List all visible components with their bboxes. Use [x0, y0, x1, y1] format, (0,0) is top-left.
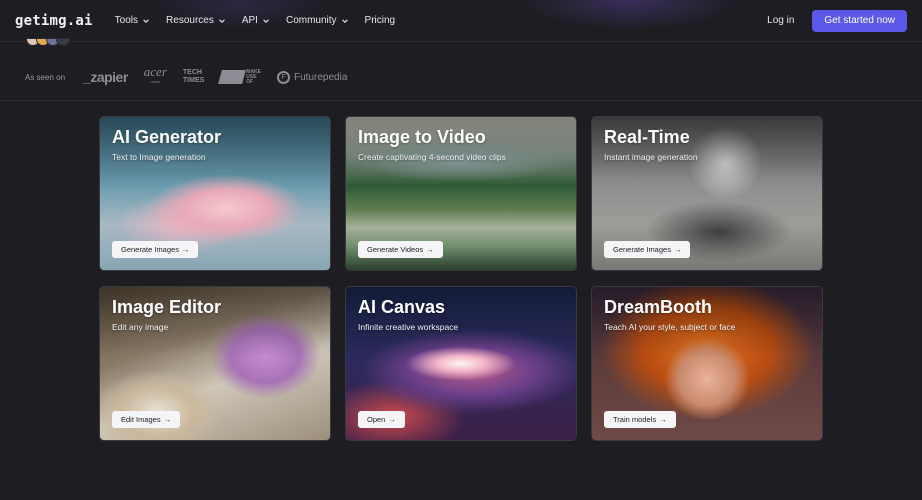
nav-tools[interactable]: Tools: [115, 15, 150, 26]
main-nav: Tools Resources API Community Pricing: [115, 15, 395, 26]
nav-api-label: API: [241, 15, 258, 26]
makeuseof-mark-icon: [218, 70, 247, 84]
as-seen-on-bar: As seen on _zapier acer corner TECH TIMES …: [25, 65, 348, 88]
generate-images-button[interactable]: Generate Images →: [112, 241, 199, 258]
arrow-right-icon: →: [659, 415, 667, 424]
techtimes-logo: TECH TIMES: [183, 69, 204, 85]
chevron-down-icon: [219, 18, 225, 23]
get-started-button[interactable]: Get started now: [812, 9, 907, 32]
card-ai-canvas[interactable]: AI Canvas Infinite creative workspace Op…: [345, 286, 577, 441]
nav-tools-label: Tools: [114, 15, 139, 26]
arrow-right-icon: →: [181, 245, 190, 254]
card-subtitle: Create captivating 4-second video clips: [358, 152, 506, 162]
card-subtitle: Infinite creative workspace: [358, 322, 459, 332]
card-title: DreamBooth: [604, 297, 713, 317]
card-title: Image Editor: [112, 297, 222, 317]
edit-images-button[interactable]: Edit Images →: [112, 411, 181, 428]
nav-pricing[interactable]: Pricing: [365, 15, 396, 26]
futurepedia-logo: F Futurepedia: [277, 70, 348, 84]
top-header: getimg.ai Tools Resources API Community …: [0, 0, 922, 42]
muo-line3: OF: [246, 78, 254, 85]
login-link[interactable]: Log in: [767, 15, 794, 26]
card-subtitle: Edit any image: [112, 322, 169, 332]
futurepedia-text: Futurepedia: [294, 71, 348, 83]
card-subtitle: Instant image generation: [604, 152, 698, 162]
card-dreambooth[interactable]: DreamBooth Teach AI your style, subject …: [591, 286, 823, 441]
zapier-logo: _zapier: [83, 69, 128, 85]
generate-images-button[interactable]: Generate Images →: [604, 241, 691, 258]
card-ai-generator[interactable]: AI Generator Text to Image generation Ge…: [99, 116, 331, 271]
nav-resources[interactable]: Resources: [166, 15, 226, 26]
section-divider: [0, 100, 922, 101]
arrow-right-icon: →: [673, 245, 682, 254]
nav-resources-label: Resources: [166, 15, 214, 26]
arrow-right-icon: →: [426, 245, 434, 254]
avatar: [56, 38, 70, 46]
futurepedia-mark-icon: F: [277, 70, 291, 84]
nav-community-label: Community: [285, 15, 337, 26]
chevron-down-icon: [143, 18, 149, 23]
chevron-down-icon: [263, 18, 269, 23]
logo[interactable]: getimg.ai: [15, 13, 93, 29]
as-seen-on-label: As seen on: [25, 72, 66, 82]
card-subtitle: Teach AI your style, subject or face: [604, 322, 736, 332]
nav-api[interactable]: API: [242, 15, 270, 26]
techtimes-line1: TECH: [182, 69, 202, 76]
card-title: Image to Video: [358, 127, 486, 147]
generate-videos-button[interactable]: Generate Videos →: [358, 241, 443, 258]
card-subtitle: Text to Image generation: [112, 152, 206, 162]
card-image-to-video[interactable]: Image to Video Create captivating 4-seco…: [345, 116, 577, 271]
card-real-time[interactable]: Real-Time Instant image generation Gener…: [591, 116, 823, 271]
techtimes-line2: TIMES: [182, 77, 205, 84]
nav-community[interactable]: Community: [286, 15, 349, 26]
header-actions: Log in Get started now: [767, 9, 907, 32]
user-avatars: [26, 38, 70, 46]
train-models-button[interactable]: Train models →: [604, 411, 676, 428]
tools-grid: AI Generator Text to Image generation Ge…: [99, 116, 823, 441]
makeuseof-logo: MAKE USE OF: [218, 69, 261, 85]
card-title: AI Canvas: [358, 297, 446, 317]
acer-logo: acer corner: [144, 65, 167, 87]
card-image-editor[interactable]: Image Editor Edit any image Edit Images →: [99, 286, 331, 441]
card-title: Real-Time: [604, 127, 690, 147]
arrow-right-icon: →: [388, 415, 396, 424]
card-title: AI Generator: [112, 127, 222, 147]
open-button[interactable]: Open →: [358, 411, 405, 428]
nav-pricing-label: Pricing: [364, 15, 396, 26]
arrow-right-icon: →: [163, 415, 172, 424]
chevron-down-icon: [341, 18, 348, 23]
